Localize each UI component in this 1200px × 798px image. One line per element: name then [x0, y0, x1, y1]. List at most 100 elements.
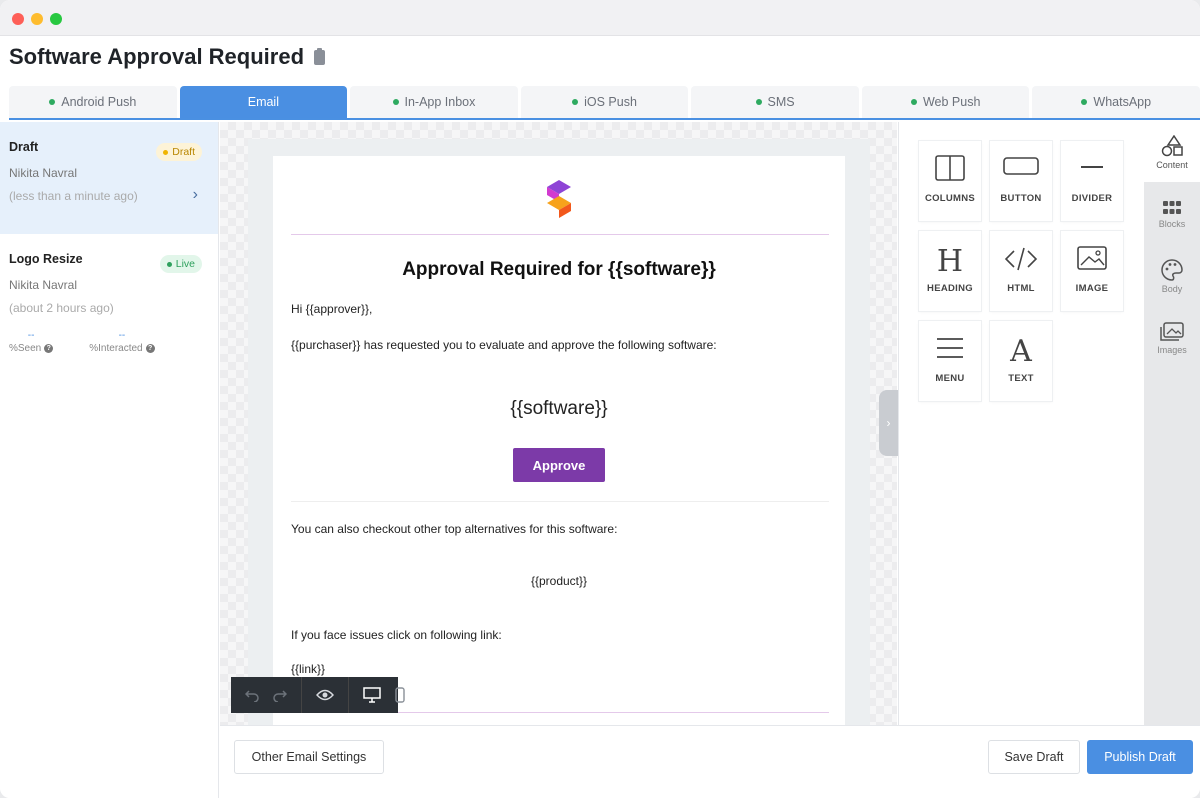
tool-label: BUTTON: [1000, 193, 1042, 204]
svg-text:H: H: [937, 245, 963, 275]
page-title: Software Approval Required: [9, 44, 326, 70]
version-author: Nikita Navral: [9, 166, 78, 180]
columns-icon: [935, 155, 965, 181]
stat-value: --: [27, 330, 35, 341]
minimize-window-button[interactable]: [31, 13, 43, 25]
tab-label: Email: [247, 95, 279, 109]
email-alternatives: You can also checkout other top alternat…: [291, 522, 618, 536]
email-heading: Approval Required for {{software}}: [402, 259, 716, 280]
blocks-icon: [1163, 200, 1181, 214]
save-draft-button[interactable]: Save Draft: [988, 740, 1080, 774]
eye-icon[interactable]: [316, 689, 334, 701]
divider-icon: [1081, 166, 1103, 168]
tool-heading[interactable]: H HEADING: [919, 231, 981, 311]
versions-sidebar: Draft Draft Nikita Navral (less than a m…: [0, 122, 219, 798]
tool-menu[interactable]: MENU: [919, 321, 981, 401]
email-greeting: Hi {{approver}},: [291, 302, 373, 316]
email-canvas: Approval Required for {{software}} Hi {{…: [220, 122, 897, 725]
tab-web-push[interactable]: Web Push: [861, 86, 1030, 118]
tab-label: Web Push: [922, 95, 981, 109]
redo-icon[interactable]: [273, 688, 287, 702]
tab-ios-push[interactable]: iOS Push: [520, 86, 689, 118]
button-icon: [1003, 157, 1039, 175]
rail-label: Images: [1157, 344, 1187, 355]
clipboard-icon[interactable]: [314, 47, 326, 65]
badge-label: Live: [175, 258, 195, 270]
rail-label: Body: [1161, 283, 1183, 294]
version-author: Nikita Navral: [9, 278, 78, 292]
editor-footer: Other Email Settings Save Draft Publish …: [220, 725, 1200, 798]
tool-button[interactable]: BUTTON: [990, 141, 1052, 221]
tab-in-app-inbox[interactable]: In-App Inbox: [350, 86, 518, 118]
tab-label: Android Push: [61, 95, 137, 109]
email-issues: If you face issues click on following li…: [291, 628, 502, 642]
help-icon[interactable]: ?: [44, 344, 54, 353]
tool-html[interactable]: HTML: [990, 231, 1052, 311]
approve-button[interactable]: Approve: [513, 448, 605, 482]
status-dot: [49, 99, 56, 105]
chevron-right-icon[interactable]: ›: [193, 186, 198, 204]
text-icon: A: [1009, 335, 1032, 365]
tool-label: MENU: [935, 373, 965, 384]
tool-text[interactable]: A TEXT: [990, 321, 1052, 401]
palette-icon: [1161, 258, 1183, 281]
tab-label: iOS Push: [584, 95, 637, 109]
email-body-background: Approval Required for {{software}} Hi {{…: [248, 139, 870, 725]
status-dot: [163, 149, 169, 155]
publish-draft-button[interactable]: Publish Draft: [1087, 740, 1193, 774]
version-stats: -- %Seen? -- %Interacted?: [9, 330, 209, 354]
image-icon: [1077, 246, 1107, 270]
window-titlebar: [0, 0, 1200, 36]
shapes-icon: [1161, 134, 1183, 156]
editor-toolbar: [231, 677, 405, 713]
tool-divider[interactable]: DIVIDER: [1061, 141, 1123, 221]
undo-icon[interactable]: [245, 688, 259, 702]
email-product: {{product}}: [530, 574, 588, 588]
status-dot: [392, 99, 399, 105]
maximize-window-button[interactable]: [50, 13, 62, 25]
editor-side-rail: Content Blocks Body Images: [1144, 122, 1200, 725]
email-content[interactable]: Approval Required for {{software}} Hi {{…: [273, 156, 845, 725]
mobile-icon[interactable]: [395, 687, 405, 703]
help-icon[interactable]: ?: [145, 344, 155, 353]
version-item-draft[interactable]: Draft Draft Nikita Navral (less than a m…: [0, 122, 218, 234]
version-item-logo-resize[interactable]: Logo Resize Live Nikita Navral (about 2 …: [0, 234, 218, 354]
page-title-text: Software Approval Required: [9, 44, 305, 69]
stat-label: %Seen: [9, 343, 42, 354]
tool-image[interactable]: IMAGE: [1061, 231, 1123, 311]
rail-item-content[interactable]: Content: [1144, 122, 1200, 182]
history-group: [231, 677, 302, 713]
tab-label: In-App Inbox: [404, 95, 476, 109]
tab-android-push[interactable]: Android Push: [9, 86, 177, 118]
tab-label: SMS: [767, 95, 795, 109]
images-icon: [1160, 321, 1184, 341]
close-window-button[interactable]: [12, 13, 24, 25]
tab-email[interactable]: Email: [179, 86, 348, 118]
rail-label: Blocks: [1158, 218, 1186, 229]
tool-label: TEXT: [1008, 373, 1034, 384]
other-email-settings-button[interactable]: Other Email Settings: [234, 740, 384, 774]
rail-item-body[interactable]: Body: [1144, 246, 1200, 306]
stat-label: %Interacted: [89, 343, 143, 354]
divider: [291, 234, 829, 235]
content-tools-panel: COLUMNS BUTTON DIVIDER H HEADING HTML IM…: [898, 122, 1144, 725]
tab-sms[interactable]: SMS: [691, 86, 859, 118]
device-group: [349, 677, 419, 713]
collapse-panel-button[interactable]: ›: [879, 390, 898, 456]
brand-logo: [547, 180, 571, 218]
tool-label: IMAGE: [1075, 283, 1109, 294]
status-dot: [572, 99, 579, 105]
desktop-icon[interactable]: [363, 687, 381, 703]
tool-columns[interactable]: COLUMNS: [919, 141, 981, 221]
channel-tabs: Android Push Email In-App Inbox iOS Push…: [9, 86, 1200, 120]
tab-label: WhatsApp: [1093, 95, 1152, 109]
menu-icon: [937, 338, 963, 358]
status-dot: [1081, 99, 1088, 105]
stat-value: --: [118, 330, 126, 341]
status-badge: Live: [159, 255, 202, 273]
app-window: Software Approval Required Android Push …: [0, 0, 1200, 798]
tab-whatsapp[interactable]: WhatsApp: [1032, 86, 1200, 118]
email-software: {{software}}: [510, 398, 608, 419]
rail-item-blocks[interactable]: Blocks: [1144, 184, 1200, 244]
rail-item-images[interactable]: Images: [1144, 308, 1200, 368]
